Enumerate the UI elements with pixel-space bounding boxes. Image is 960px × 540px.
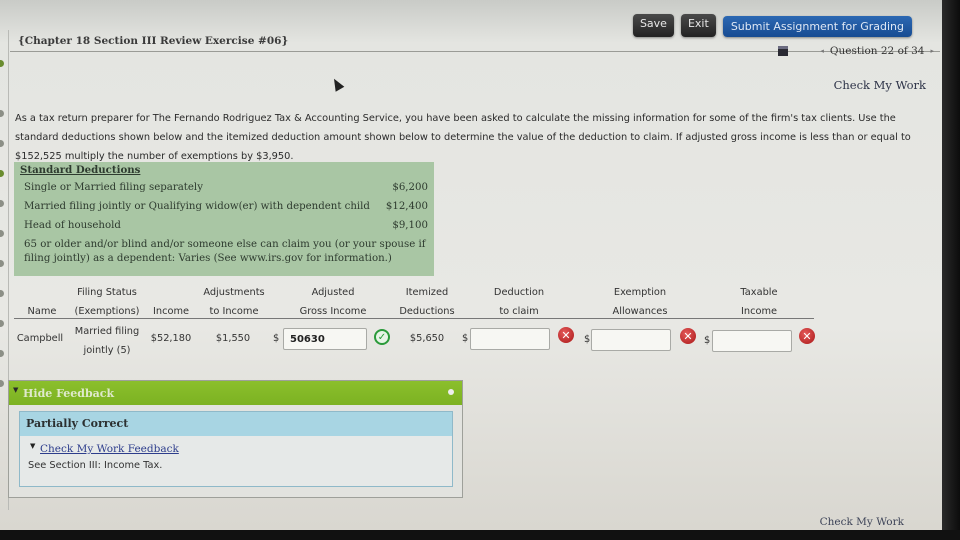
rail-dot[interactable] <box>0 260 4 267</box>
filing-status-line: jointly (5) <box>83 345 131 356</box>
incorrect-x-icon: ✕ <box>799 328 815 344</box>
deduction-label: Head of household <box>24 220 121 231</box>
deduction-row: Single or Married filing separately $6,2… <box>20 178 428 197</box>
deduction-label: Single or Married filing separately <box>24 182 203 193</box>
expand-triangle-icon: ▼ <box>30 442 36 450</box>
deduction-amount: $12,400 <box>385 201 428 212</box>
header-line: Deduction <box>493 287 545 298</box>
monitor-bezel <box>942 0 960 540</box>
cell-filing-status: Married filing jointly (5) <box>66 322 148 360</box>
check-my-work-button[interactable]: Check My Work <box>834 78 926 92</box>
exercise-title: {Chapter 18 Section III Review Exercise … <box>18 35 289 47</box>
question-counter: Question 22 of 34 <box>829 45 925 57</box>
hide-feedback-label: Hide Feedback <box>23 387 115 400</box>
rail-dot[interactable] <box>0 200 4 207</box>
rail-dot[interactable] <box>0 350 4 357</box>
rail-dot[interactable] <box>0 380 4 387</box>
check-my-work-bottom-button[interactable]: Check My Work <box>820 516 904 528</box>
calculator-icon[interactable] <box>778 46 789 56</box>
rail-dot[interactable] <box>0 110 4 117</box>
instructions-text: As a tax return preparer for The Fernand… <box>15 113 911 162</box>
filing-status-line: Married filing <box>74 326 140 337</box>
incorrect-x-icon: ✕ <box>558 327 574 343</box>
cell-income: $52,180 <box>150 333 192 344</box>
header-line <box>148 283 194 302</box>
pencil-icon[interactable] <box>448 389 454 395</box>
currency-symbol: $ <box>462 333 469 344</box>
column-header-itemized: Itemized Deductions <box>392 283 462 321</box>
deduction-label: Married filing jointly or Qualifying wid… <box>24 201 370 212</box>
rail-dot[interactable] <box>0 60 4 67</box>
column-header-filing-status: Filing Status (Exemptions) <box>66 283 148 321</box>
currency-symbol: $ <box>704 335 711 346</box>
incorrect-x-icon: ✕ <box>680 328 696 344</box>
column-header-adjustments: Adjustments to Income <box>198 283 270 321</box>
feedback-status: Partially Correct <box>20 412 452 436</box>
cell-adjustments: $1,550 <box>215 333 251 344</box>
currency-symbol: $ <box>584 334 591 345</box>
rail-dot[interactable] <box>0 290 4 297</box>
rail-dot[interactable] <box>0 230 4 237</box>
rail-dot[interactable] <box>0 140 4 147</box>
deduction-note: 65 or older and/or blind and/or someone … <box>24 239 426 264</box>
feedback-note: See Section III: Income Tax. <box>28 460 163 471</box>
deduction-row: Head of household $9,100 <box>20 216 428 235</box>
monitor-bezel <box>0 530 960 540</box>
prev-question-icon[interactable]: ◂ <box>820 47 824 55</box>
correct-check-icon: ✓ <box>374 329 390 345</box>
deduction-to-claim-input[interactable] <box>470 328 550 350</box>
column-header-exemption: Exemption Allowances <box>602 283 678 321</box>
collapse-triangle-icon: ▼ <box>13 386 19 394</box>
taxable-income-input[interactable] <box>712 330 792 352</box>
column-header-agi: Adjusted Gross Income <box>290 283 376 321</box>
header-line: Exemption <box>613 287 667 298</box>
screen: Save Exit Submit Assignment for Grading … <box>0 0 942 540</box>
check-my-work-feedback-link[interactable]: Check My Work Feedback <box>40 443 179 455</box>
column-header-income: Income <box>148 283 194 321</box>
column-header-taxable: Taxable Income <box>726 283 792 321</box>
standard-deductions-title: Standard Deductions <box>20 164 141 176</box>
feedback-content: Partially Correct ▼ Check My Work Feedba… <box>19 411 453 487</box>
table-divider <box>14 318 814 319</box>
hide-feedback-toggle[interactable]: ▼ Hide Feedback <box>9 381 462 405</box>
cell-itemized: $5,650 <box>409 333 445 344</box>
next-question-icon[interactable]: ▸ <box>930 47 934 55</box>
rail-dot[interactable] <box>0 320 4 327</box>
feedback-panel: ▼ Hide Feedback Partially Correct ▼ Chec… <box>8 380 463 498</box>
column-header-name: Name <box>22 283 62 321</box>
header-line: Itemized <box>405 287 449 298</box>
mouse-cursor-icon <box>329 76 345 92</box>
deduction-amount: $6,200 <box>392 182 428 193</box>
currency-symbol: $ <box>273 333 280 344</box>
question-nav: ◂ Question 22 of 34 ▸ <box>778 45 934 57</box>
header-line: Filing Status <box>77 287 137 298</box>
cell-name: Campbell <box>16 333 64 344</box>
header-line: Adjusted <box>311 287 355 298</box>
header-line <box>22 283 62 302</box>
header-line: Adjustments <box>203 287 265 298</box>
agi-input[interactable] <box>283 328 367 350</box>
header-line: Taxable <box>740 287 778 298</box>
deduction-row: Married filing jointly or Qualifying wid… <box>20 197 428 216</box>
deduction-amount: $9,100 <box>392 220 428 231</box>
column-header-deduction: Deduction to claim <box>484 283 554 321</box>
rail-dot[interactable] <box>0 170 4 177</box>
standard-deductions-box: Standard Deductions Single or Married fi… <box>14 162 434 276</box>
exemption-allowances-input[interactable] <box>591 329 671 351</box>
